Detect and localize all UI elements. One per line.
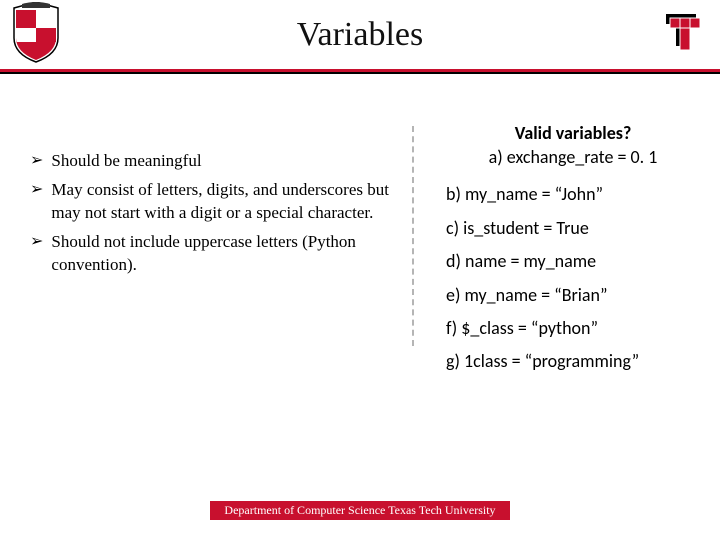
- bullet-arrow-icon: ➢: [30, 179, 43, 201]
- question-option: b) my_name = “John”: [446, 183, 700, 206]
- bullet-list: ➢ Should be meaningful ➢ May consist of …: [30, 122, 400, 384]
- bullet-text: May consist of letters, digits, and unde…: [51, 179, 400, 225]
- header-underline: [0, 72, 720, 74]
- bullet-arrow-icon: ➢: [30, 150, 43, 172]
- university-crest-icon: [12, 2, 60, 64]
- slide-content: ➢ Should be meaningful ➢ May consist of …: [0, 72, 720, 404]
- bullet-text: Should be meaningful: [51, 150, 201, 173]
- bullet-arrow-icon: ➢: [30, 231, 43, 253]
- bullet-item: ➢ Should be meaningful: [30, 150, 400, 173]
- vertical-divider: [412, 126, 414, 346]
- bullet-item: ➢ May consist of letters, digits, and un…: [30, 179, 400, 225]
- bullet-item: ➢ Should not include uppercase letters (…: [30, 231, 400, 277]
- question-option: g) 1class = “programming”: [446, 350, 700, 373]
- slide-header: Variables: [0, 0, 720, 72]
- slide-title: Variables: [297, 16, 424, 54]
- question-option: f) $_class = “python”: [446, 317, 700, 340]
- slide-footer: Department of Computer Science Texas Tec…: [0, 501, 720, 520]
- question-option: c) is_student = True: [446, 217, 700, 240]
- question-option: d) name = my_name: [446, 250, 700, 273]
- footer-text: Department of Computer Science Texas Tec…: [210, 501, 509, 520]
- texas-tech-logo-icon: [660, 8, 706, 54]
- question-option: a) exchange_rate = 0. 1: [446, 146, 700, 169]
- question-title: Valid variables?: [446, 122, 700, 144]
- bullet-text: Should not include uppercase letters (Py…: [51, 231, 400, 277]
- question-panel: Valid variables? a) exchange_rate = 0. 1…: [426, 122, 700, 384]
- question-option: e) my_name = “Brian”: [446, 284, 700, 307]
